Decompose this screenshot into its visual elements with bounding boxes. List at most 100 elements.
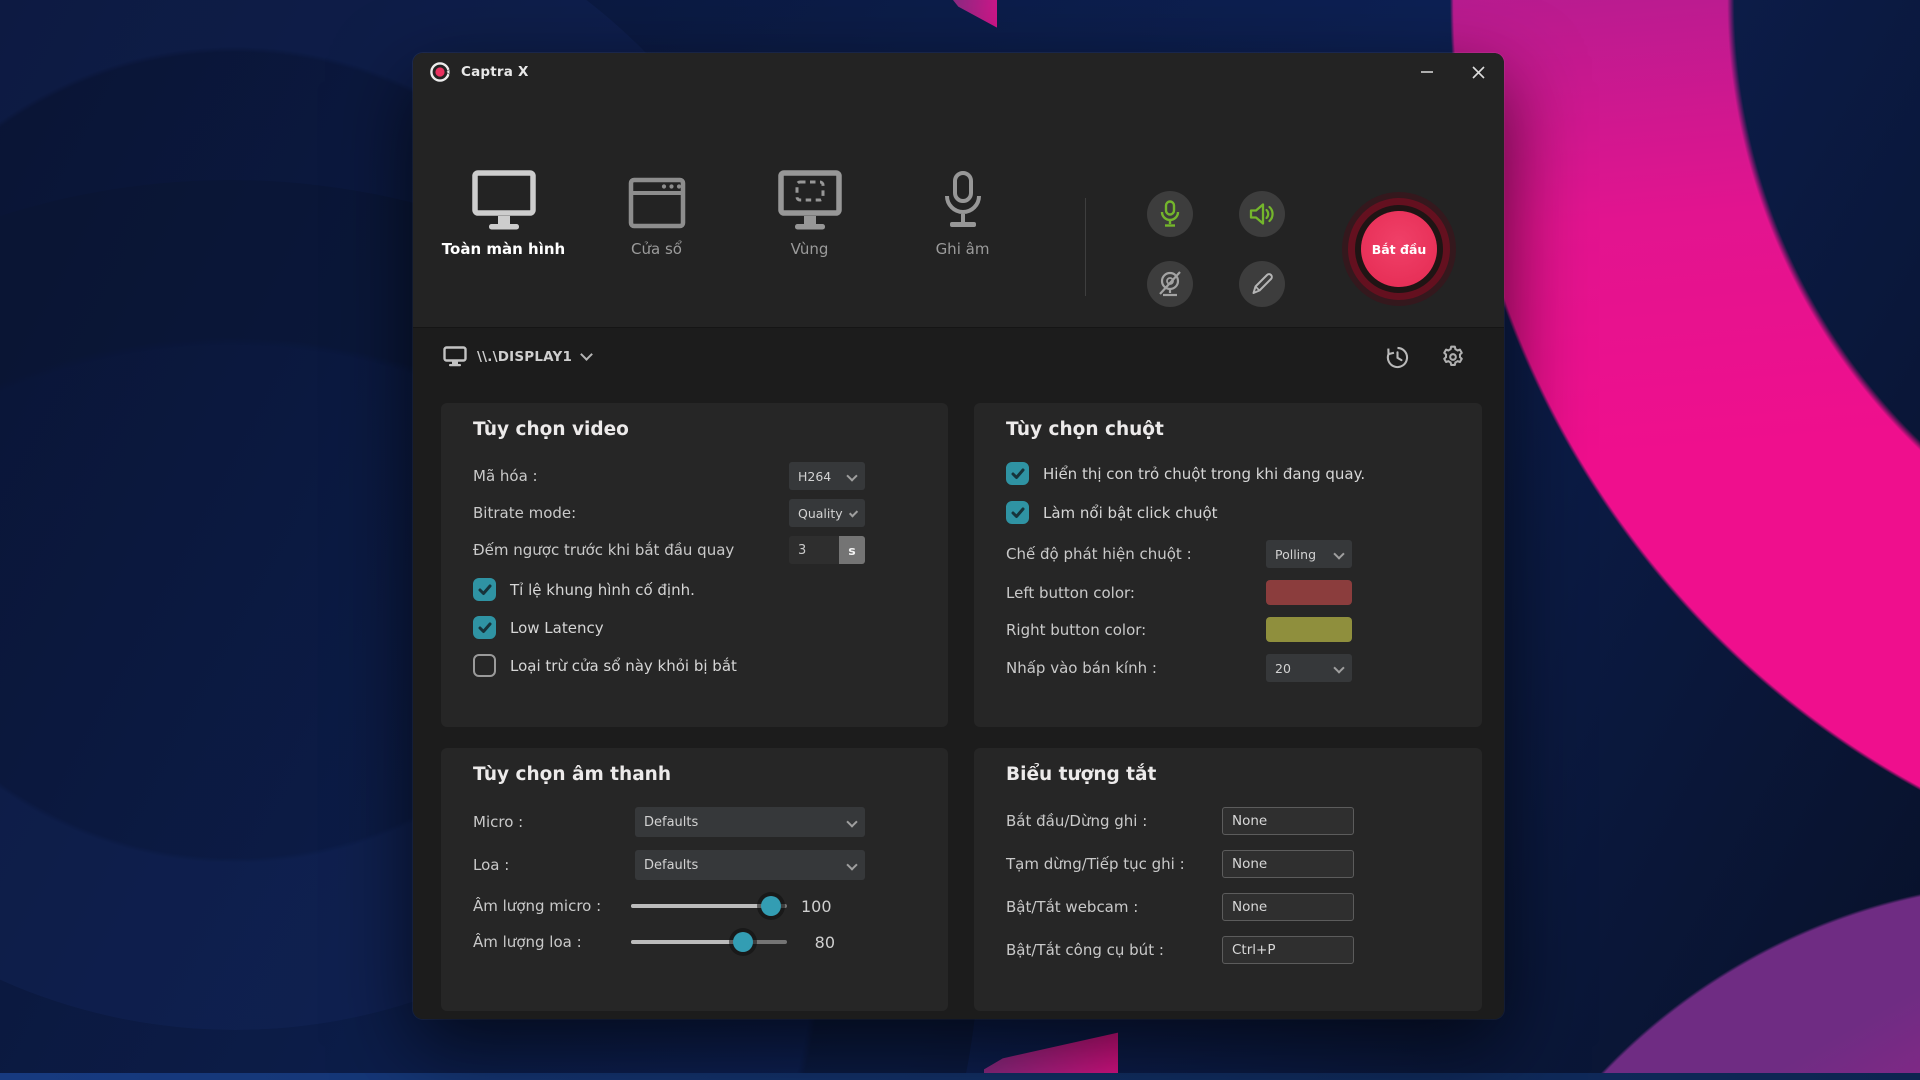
pen-tool-button[interactable] [1239, 261, 1285, 307]
capture-toolbar: Toàn màn hình Cửa sổ [413, 91, 1504, 328]
exclude-window-checkbox[interactable] [473, 654, 496, 677]
chevron-down-icon [1333, 548, 1344, 559]
window-capture-icon [628, 160, 686, 232]
right-button-color-swatch[interactable] [1266, 617, 1352, 642]
slider-fill [631, 940, 743, 944]
check-label: Làm nổi bật click chuột [1043, 504, 1218, 522]
fixed-aspect-check-row[interactable]: Tỉ lệ khung hình cố định. [473, 578, 916, 601]
check-icon [478, 622, 492, 634]
capture-modes: Toàn màn hình Cửa sổ [427, 160, 1039, 258]
mouse-detect-select[interactable]: Polling [1266, 540, 1352, 568]
settings-button[interactable] [1436, 342, 1470, 372]
mode-label: Cửa sổ [631, 240, 682, 258]
mode-label: Toàn màn hình [442, 240, 565, 258]
countdown-unit[interactable]: s [839, 536, 865, 564]
pen-tool-hotkey-label: Bật/Tắt công cụ bút : [1006, 941, 1222, 959]
click-radius-select[interactable]: 20 [1266, 654, 1352, 682]
app-logo-icon [429, 61, 451, 83]
microphone-toggle-button[interactable] [1147, 191, 1193, 237]
minimize-button[interactable] [1410, 55, 1444, 89]
show-cursor-checkbox[interactable] [1006, 462, 1029, 485]
mode-fullscreen[interactable]: Toàn màn hình [427, 160, 580, 258]
webcam-hotkey-input[interactable]: None [1222, 893, 1354, 921]
panel-title: Tùy chọn chuột [1006, 419, 1450, 440]
display-selector[interactable]: \\.\DISPLAY1 [443, 346, 591, 367]
chevron-down-icon [846, 816, 857, 827]
left-button-color-label: Left button color: [1006, 584, 1266, 602]
toolbar-divider [1085, 198, 1086, 296]
history-button[interactable] [1380, 342, 1414, 372]
highlight-click-check-row[interactable]: Làm nổi bật click chuột [1006, 501, 1450, 524]
left-button-color-swatch[interactable] [1266, 580, 1352, 605]
slider-fill [631, 904, 771, 908]
start-stop-hotkey-label: Bắt đầu/Dừng ghi : [1006, 812, 1222, 830]
microphone-on-icon [1159, 200, 1181, 228]
countdown-label: Đếm ngược trước khi bắt đầu quay [473, 541, 789, 559]
show-cursor-check-row[interactable]: Hiển thị con trỏ chuột trong khi đang qu… [1006, 462, 1450, 485]
fullscreen-monitor-icon [472, 160, 536, 232]
exclude-window-check-row[interactable]: Loại trừ cửa sổ này khỏi bị bắt [473, 654, 916, 677]
start-stop-hotkey-input[interactable]: None [1222, 807, 1354, 835]
webcam-off-icon [1157, 270, 1183, 298]
speaker-volume-slider[interactable] [631, 932, 787, 952]
check-label: Tỉ lệ khung hình cố định. [510, 581, 695, 599]
mouse-options-panel: Tùy chọn chuột Hiển thị con trỏ chuột tr… [974, 403, 1482, 727]
pencil-icon [1250, 272, 1274, 296]
mode-label: Ghi âm [936, 240, 990, 258]
webcam-hotkey-label: Bật/Tắt webcam : [1006, 898, 1222, 916]
pause-resume-hotkey-input[interactable]: None [1222, 850, 1354, 878]
wallpaper-magenta-ring [1450, 0, 1920, 900]
low-latency-check-row[interactable]: Low Latency [473, 616, 916, 639]
mode-label: Vùng [791, 240, 829, 258]
countdown-field: 3 s [789, 536, 865, 564]
chevron-down-icon [1333, 662, 1344, 673]
mouse-detect-label: Chế độ phát hiện chuột : [1006, 545, 1266, 563]
check-icon [1011, 507, 1025, 519]
webcam-toggle-button[interactable] [1147, 261, 1193, 307]
click-radius-label: Nhấp vào bán kính : [1006, 659, 1266, 677]
countdown-input[interactable]: 3 [789, 536, 839, 564]
close-button[interactable] [1461, 55, 1495, 89]
bitrate-mode-label: Bitrate mode: [473, 504, 789, 522]
window-controls [1393, 55, 1504, 89]
record-start-label: Bắt đầu [1372, 242, 1427, 257]
encoder-select[interactable]: H264 [789, 462, 865, 490]
audio-options-panel: Tùy chọn âm thanh Micro : Defaults Loa :… [441, 748, 948, 1011]
speaker-toggle-button[interactable] [1239, 191, 1285, 237]
microphone-label: Micro : [473, 813, 635, 831]
mode-audio-record[interactable]: Ghi âm [886, 160, 1039, 258]
right-button-color-label: Right button color: [1006, 621, 1266, 639]
microphone-select[interactable]: Defaults [635, 807, 865, 837]
region-capture-icon [778, 160, 842, 232]
check-label: Hiển thị con trỏ chuột trong khi đang qu… [1043, 465, 1365, 483]
microphone-value: Defaults [644, 815, 698, 830]
panel-title: Biểu tượng tắt [1006, 764, 1450, 785]
bitrate-mode-select[interactable]: Quality [789, 499, 865, 527]
chevron-down-icon [846, 470, 857, 481]
mouse-detect-value: Polling [1275, 547, 1316, 562]
low-latency-checkbox[interactable] [473, 616, 496, 639]
highlight-click-checkbox[interactable] [1006, 501, 1029, 524]
mic-volume-slider[interactable] [631, 896, 787, 916]
mode-window[interactable]: Cửa sổ [580, 160, 733, 258]
speaker-on-icon [1249, 202, 1275, 226]
speaker-label: Loa : [473, 856, 635, 874]
check-icon [1011, 468, 1025, 480]
record-start-button[interactable]: Bắt đầu [1361, 211, 1437, 287]
speaker-select[interactable]: Defaults [635, 850, 865, 880]
pen-tool-hotkey-input[interactable]: Ctrl+P [1222, 936, 1354, 964]
chevron-down-icon [580, 348, 593, 361]
chevron-down-icon [846, 859, 857, 870]
display-monitor-icon [443, 346, 467, 367]
check-icon [478, 584, 492, 596]
mode-region[interactable]: Vùng [733, 160, 886, 258]
settings-area: \\.\DISPLAY1 [413, 328, 1504, 1019]
fixed-aspect-checkbox[interactable] [473, 578, 496, 601]
slider-thumb[interactable] [733, 932, 753, 952]
slider-thumb[interactable] [761, 896, 781, 916]
minimize-icon [1420, 65, 1434, 79]
microphone-capture-icon [940, 160, 986, 232]
titlebar[interactable]: Captra X [413, 53, 1504, 91]
encoder-label: Mã hóa : [473, 467, 789, 485]
check-label: Low Latency [510, 619, 604, 637]
